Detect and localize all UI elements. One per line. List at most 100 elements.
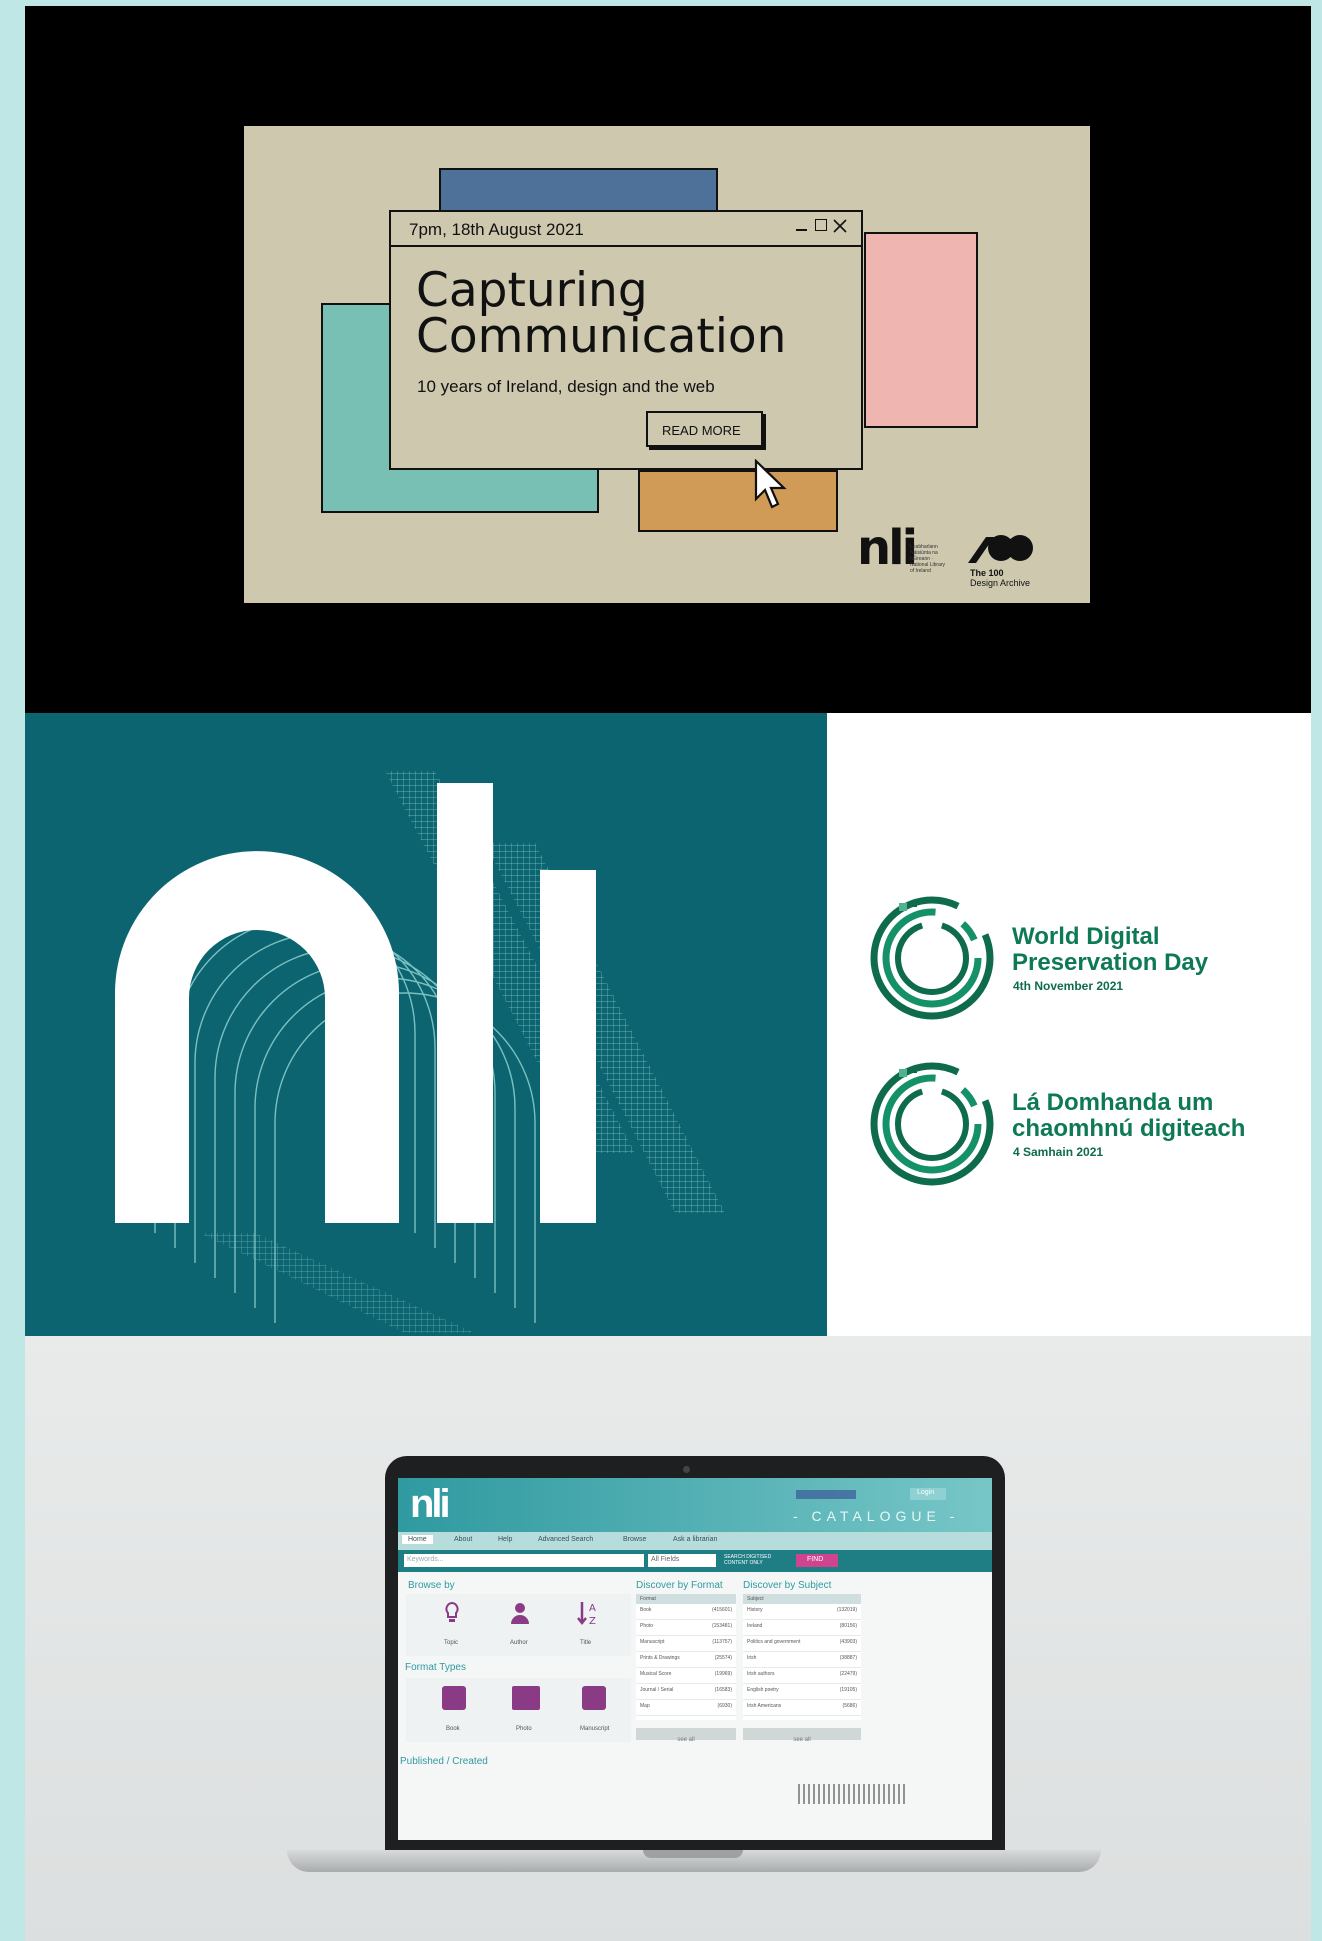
subject-row[interactable]: Irish (38887) bbox=[743, 1652, 861, 1668]
identity-panel: World Digital Preservation Day 4th Novem… bbox=[25, 713, 1311, 1336]
identity-teal-block bbox=[25, 713, 827, 1336]
see-all-subjects-label: see all bbox=[793, 1737, 811, 1743]
preservation-ring-icon bbox=[870, 896, 994, 1020]
preservation-ring-icon-irish bbox=[870, 1062, 994, 1186]
find-label: FIND bbox=[807, 1556, 824, 1563]
catalogue-word: - CATALOGUE - bbox=[793, 1508, 960, 1524]
format-name: Map bbox=[640, 1703, 650, 1709]
maximize-icon[interactable] bbox=[815, 219, 827, 231]
subject-row[interactable]: Politics and government (43903) bbox=[743, 1636, 861, 1652]
event-title-1a: World Digital bbox=[1012, 923, 1160, 950]
nav-ask[interactable]: Ask a librarian bbox=[673, 1536, 717, 1543]
promo-card: 7pm, 18th August 2021 Capturing Communic… bbox=[244, 126, 1090, 603]
event-date-2: 4 Samhain 2021 bbox=[1013, 1145, 1104, 1159]
search-placeholder: Keywords... bbox=[407, 1556, 444, 1563]
event-title-1b: Preservation Day bbox=[1012, 949, 1209, 976]
search-bar: Keywords... All Fields SEARCH DIGITISED … bbox=[398, 1550, 992, 1572]
format-row[interactable]: Map (6930) bbox=[636, 1700, 736, 1716]
svg-text:Z: Z bbox=[589, 1616, 596, 1626]
subject-count: (38887) bbox=[839, 1655, 857, 1661]
close-icon[interactable] bbox=[833, 219, 847, 233]
login-button[interactable]: Login bbox=[910, 1488, 946, 1500]
title-sort-icon[interactable]: AZ bbox=[576, 1600, 600, 1626]
book-icon[interactable] bbox=[442, 1686, 466, 1710]
dialog-window: 7pm, 18th August 2021 Capturing Communic… bbox=[389, 210, 863, 470]
subject-row[interactable]: Ireland (80156) bbox=[743, 1620, 861, 1636]
subject-name: English poetry bbox=[747, 1687, 779, 1693]
nav-help[interactable]: Help bbox=[498, 1536, 512, 1543]
subject-count: (5686) bbox=[842, 1703, 857, 1709]
event-date: 7pm, 18th August 2021 bbox=[409, 220, 584, 239]
format-name: Manuscript bbox=[640, 1639, 665, 1645]
format-table: Format Book (415601) Photo (153481) Manuscri… bbox=[636, 1594, 736, 1720]
see-all-formats-label: see all bbox=[677, 1737, 695, 1743]
browse-topic: Topic bbox=[444, 1640, 459, 1646]
laptop-camera bbox=[683, 1466, 690, 1473]
format-name: Prints & Drawings bbox=[640, 1655, 680, 1661]
subject-row[interactable]: Irish Americans (5686) bbox=[743, 1700, 861, 1716]
photo-icon[interactable] bbox=[512, 1686, 540, 1710]
format-book: Book bbox=[446, 1726, 460, 1732]
nav-advanced[interactable]: Advanced Search bbox=[538, 1536, 593, 1543]
see-all-formats-button[interactable]: see all bbox=[636, 1728, 736, 1743]
subject-row[interactable]: Irish authors (22479) bbox=[743, 1668, 861, 1684]
format-row[interactable]: Photo (153481) bbox=[636, 1620, 736, 1636]
manuscript-icon[interactable] bbox=[582, 1686, 606, 1710]
read-more-button[interactable]: READ MORE bbox=[646, 411, 763, 447]
format-count: (415601) bbox=[711, 1607, 732, 1613]
event-logo-2: Lá Domhanda um chaomhnú digiteach 4 Samh… bbox=[867, 1059, 1297, 1189]
format-row[interactable]: Journal / Serial (16583) bbox=[636, 1684, 736, 1700]
nav-about[interactable]: About bbox=[454, 1536, 472, 1543]
subject-name: Ireland bbox=[747, 1623, 763, 1629]
format-manuscript: Manuscript bbox=[580, 1726, 610, 1732]
catalogue-logo: nli bbox=[410, 1482, 451, 1526]
subject-name: History bbox=[747, 1607, 763, 1613]
nli-small-text: Leabharlann Náisiúnta na hÉireann · Nati… bbox=[910, 544, 946, 574]
format-row[interactable]: Manuscript (113757) bbox=[636, 1636, 736, 1652]
format-row[interactable]: Book (415601) bbox=[636, 1604, 736, 1620]
mouse-cursor-icon bbox=[754, 459, 787, 509]
subject-count: (19105) bbox=[839, 1687, 857, 1693]
event-date-1: 4th November 2021 bbox=[1013, 979, 1124, 993]
format-types-box: Book Photo Manuscript bbox=[406, 1678, 631, 1742]
nav-home[interactable]: Home bbox=[402, 1535, 433, 1544]
author-icon[interactable] bbox=[510, 1602, 530, 1624]
browse-by-box: AZ Topic Author Title bbox=[406, 1594, 631, 1656]
search-input[interactable]: Keywords... bbox=[404, 1554, 644, 1567]
the100-text-2: Design Archive bbox=[970, 578, 1031, 588]
format-name: Journal / Serial bbox=[640, 1687, 674, 1693]
see-all-subjects-button[interactable]: see all bbox=[743, 1728, 861, 1743]
format-count: (113757) bbox=[712, 1639, 732, 1645]
the100-text-1: The 100 bbox=[970, 568, 1004, 578]
find-button[interactable]: FIND bbox=[796, 1554, 838, 1567]
login-label: Login bbox=[917, 1489, 935, 1496]
orange-window bbox=[638, 470, 838, 532]
subject-count: (80156) bbox=[839, 1623, 857, 1629]
event-title-2a: Lá Domhanda um bbox=[1012, 1089, 1214, 1116]
subject-table: Subject History (132019) Ireland (80156) Pol… bbox=[743, 1594, 861, 1720]
discover-format-heading: Discover by Format bbox=[636, 1580, 723, 1591]
promo-title-line1: Capturing bbox=[416, 263, 648, 318]
nli-wireframe-logo bbox=[115, 771, 725, 1333]
format-name: Musical Score bbox=[640, 1671, 672, 1677]
minimize-icon[interactable] bbox=[796, 229, 807, 231]
subject-name: Irish Americans bbox=[747, 1703, 782, 1709]
format-count: (6930) bbox=[717, 1703, 732, 1709]
event-title-2b: chaomhnú digiteach bbox=[1012, 1115, 1246, 1142]
subject-row[interactable]: English poetry (19105) bbox=[743, 1684, 861, 1700]
topic-icon[interactable] bbox=[444, 1602, 460, 1624]
digitised-checkbox-label[interactable]: SEARCH DIGITISED CONTENT ONLY bbox=[724, 1554, 788, 1566]
browse-author: Author bbox=[510, 1640, 528, 1646]
format-row[interactable]: Musical Score (19969) bbox=[636, 1668, 736, 1684]
nli-logo-text: nli bbox=[857, 520, 918, 576]
catalogue-nav: Home About Help Advanced Search Browse A… bbox=[398, 1532, 992, 1550]
format-count: (19969) bbox=[714, 1671, 732, 1677]
laptop-base-notch bbox=[643, 1850, 743, 1858]
subject-count: (43903) bbox=[839, 1639, 857, 1645]
laptop-panel: nli Login - CATALOGUE - Home About Help … bbox=[25, 1336, 1311, 1941]
nav-browse[interactable]: Browse bbox=[623, 1536, 646, 1543]
format-row[interactable]: Prints & Drawings (25574) bbox=[636, 1652, 736, 1668]
event-logo-1: World Digital Preservation Day 4th Novem… bbox=[867, 893, 1287, 1023]
field-select[interactable]: All Fields bbox=[648, 1554, 716, 1567]
subject-row[interactable]: History (132019) bbox=[743, 1604, 861, 1620]
